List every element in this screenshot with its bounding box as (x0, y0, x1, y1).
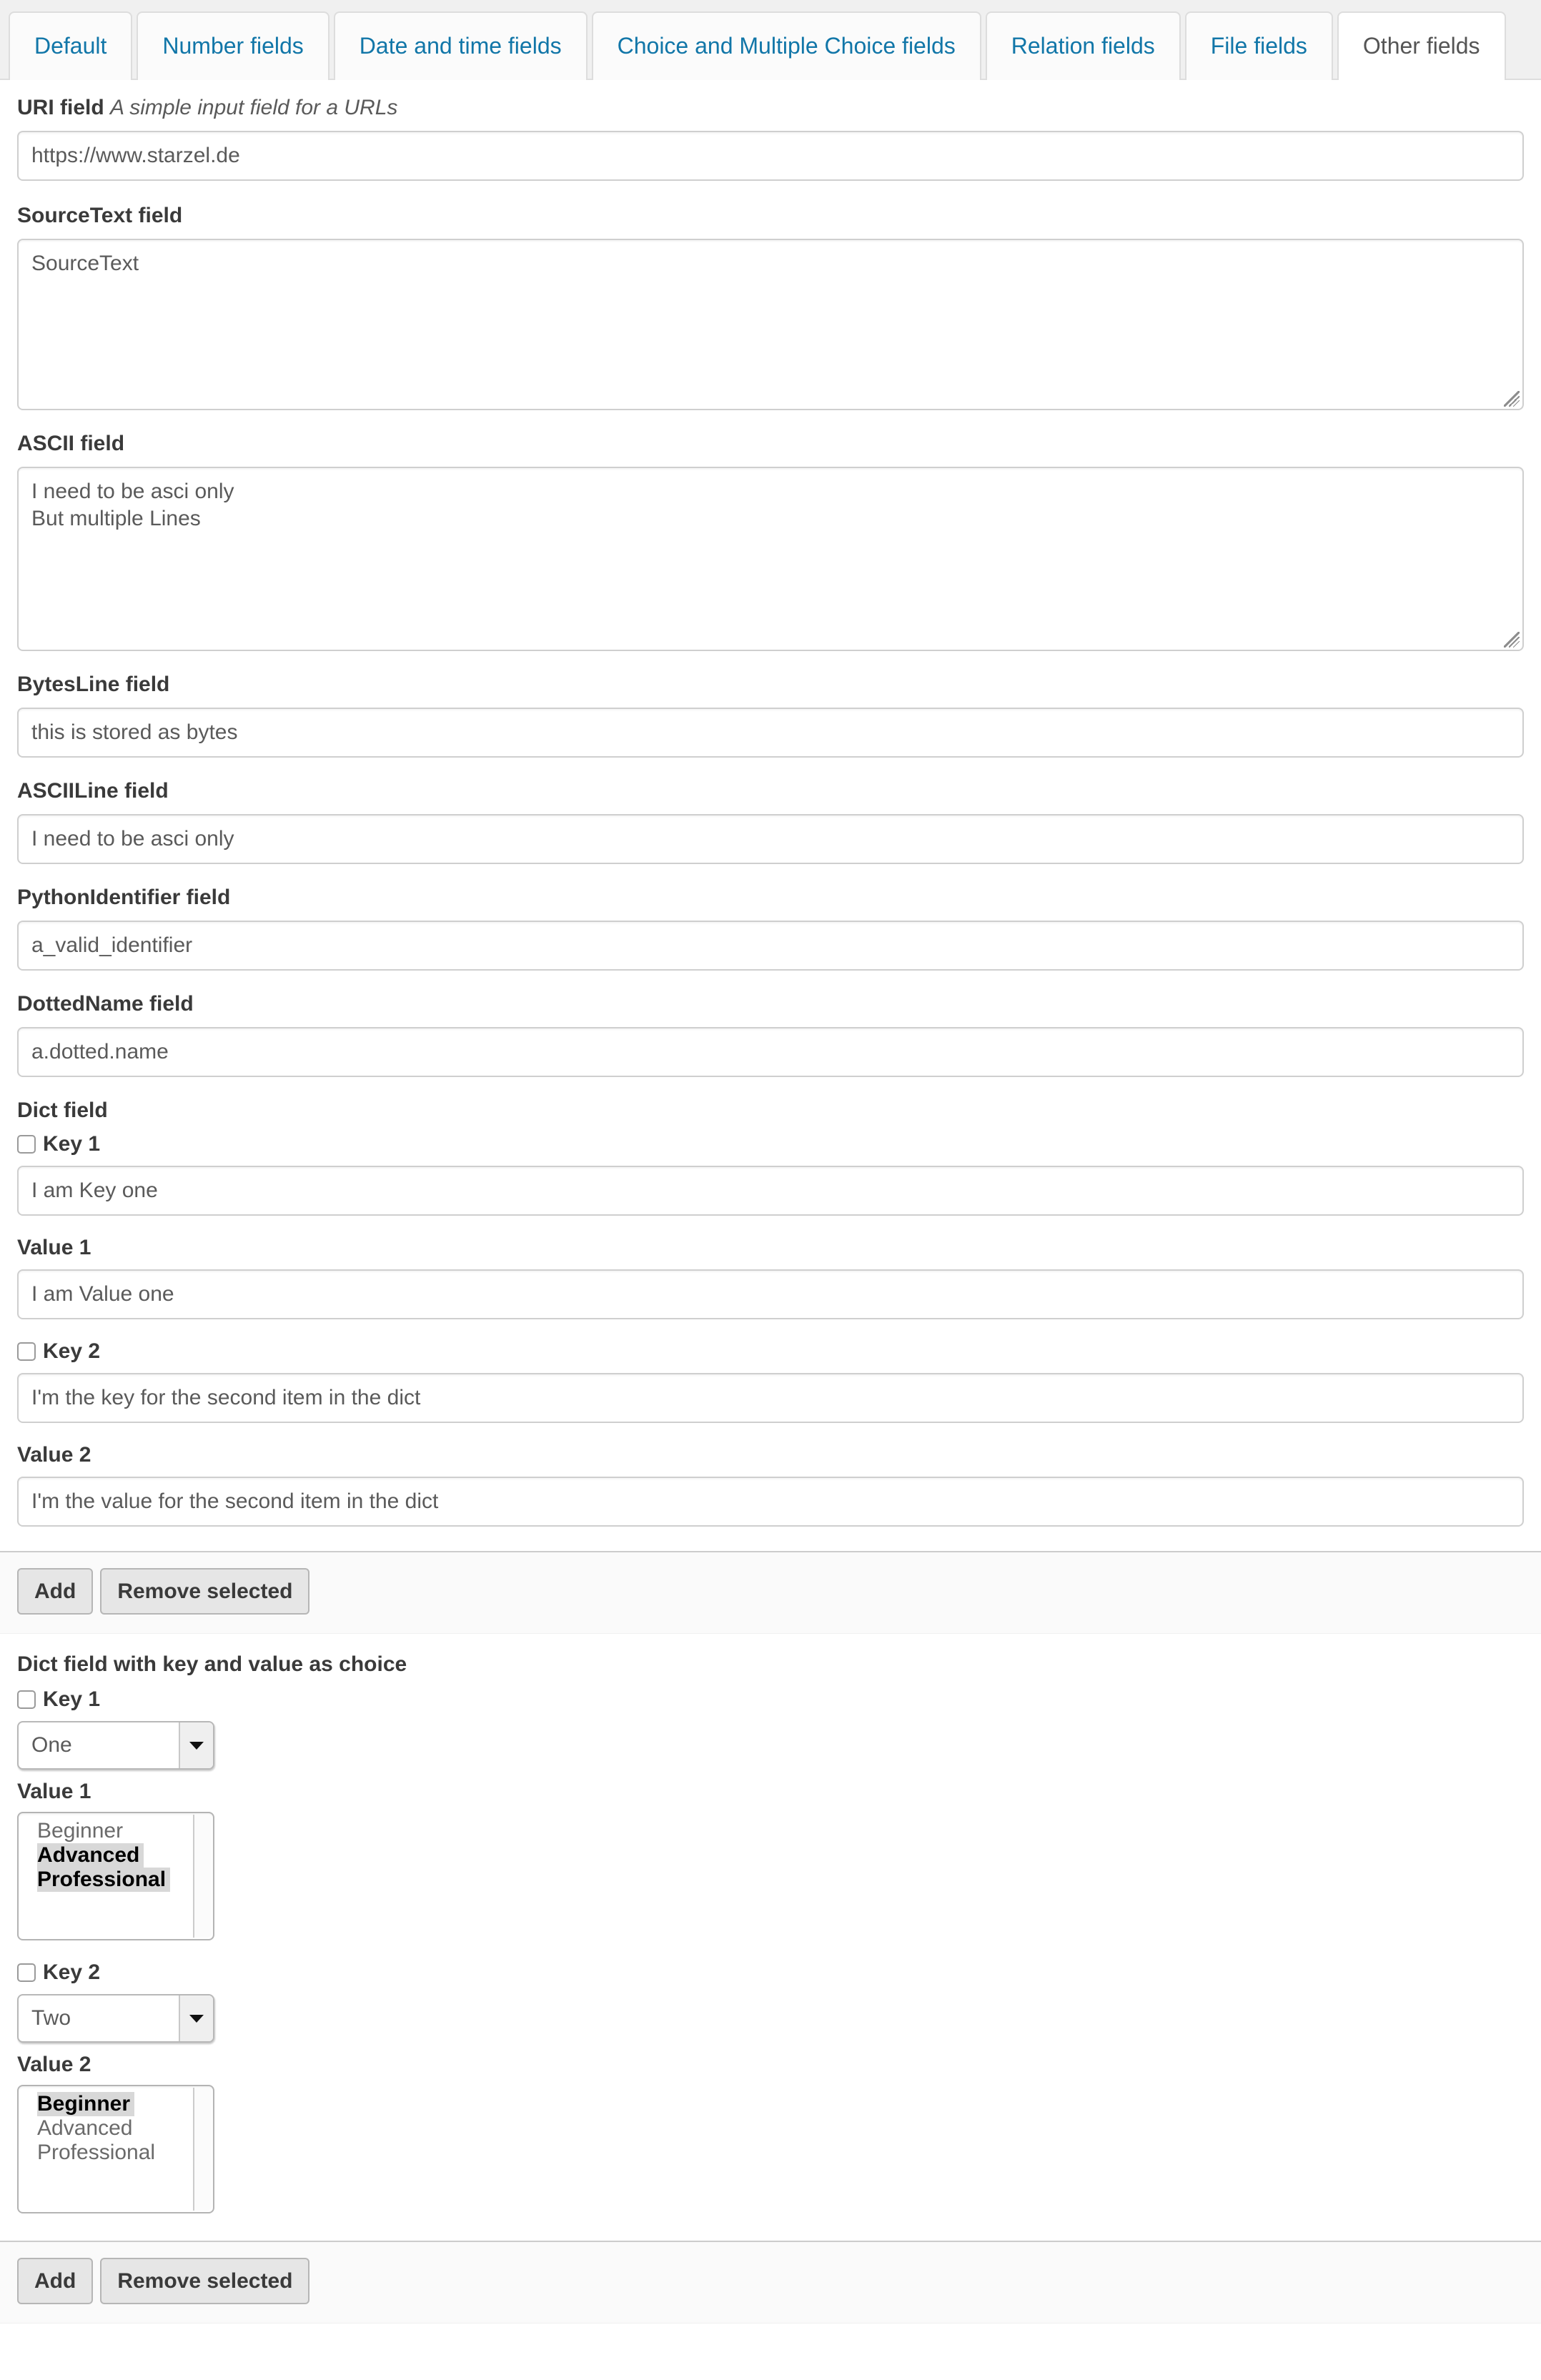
listbox-option[interactable]: Professional (37, 1868, 171, 1892)
field-pythonidentifier-label: PythonIdentifier field (17, 886, 231, 909)
listbox-option[interactable]: Advanced (37, 1843, 144, 1868)
dict-choice-row-1-value-listbox[interactable]: Beginner Advanced Professional (17, 1812, 214, 1940)
field-pythonidentifier: PythonIdentifier field (0, 864, 1541, 971)
field-dict-choice-label: Dict field with key and value as choice (17, 1652, 407, 1676)
dict-choice-row-2-value-listbox[interactable]: Beginner Advanced Professional (17, 2085, 214, 2213)
listbox-option[interactable]: Professional (37, 2141, 159, 2165)
dict-row: Key 1 Value 1 (17, 1122, 1524, 1319)
field-sourcetext: SourceText field SourceText (0, 181, 1541, 410)
ascii-textarea[interactable]: I need to be asci only But multiple Line… (17, 467, 1524, 651)
field-ascii-label: ASCII field (17, 432, 125, 455)
dict-row-1-value-label: Value 1 (17, 1236, 91, 1259)
field-sourcetext-label: SourceText field (17, 204, 183, 227)
dottedname-input[interactable] (17, 1027, 1524, 1077)
dict-choice-row-2-select-checkbox[interactable] (17, 1963, 36, 1982)
tab-other-fields[interactable]: Other fields (1337, 11, 1506, 81)
pythonidentifier-input[interactable] (17, 921, 1524, 971)
dict-choice-row-1-select-checkbox[interactable] (17, 1690, 36, 1709)
dict-choice-row-2-value-label: Value 2 (17, 2053, 91, 2076)
listbox-scrollbar[interactable] (193, 2088, 212, 2211)
dict-choice-row-2-key-label: Key 2 (43, 1960, 101, 1984)
dict-row-1-value-input[interactable] (17, 1269, 1524, 1319)
field-asciiline-label: ASCIILine field (17, 779, 169, 803)
chevron-down-icon[interactable] (179, 1995, 213, 2041)
field-dottedname-label: DottedName field (17, 992, 194, 1016)
chevron-down-icon[interactable] (179, 1722, 213, 1768)
field-uri-label-text: URI field (17, 96, 104, 119)
bytesline-input[interactable] (17, 708, 1524, 758)
field-dict-choice: Dict field with key and value as choice … (0, 1634, 1541, 2213)
dict-row: Key 2 Value 2 (17, 1319, 1524, 1527)
tab-date-and-time-fields[interactable]: Date and time fields (333, 11, 588, 80)
dict-choice-field-toolbar: Add Remove selected (0, 2241, 1541, 2324)
tab-default[interactable]: Default (9, 11, 133, 80)
listbox-option[interactable]: Beginner (37, 2092, 135, 2116)
tab-relation-fields[interactable]: Relation fields (985, 11, 1181, 80)
dict-add-button[interactable]: Add (17, 1568, 94, 1615)
listbox-scrollbar[interactable] (193, 1815, 212, 1938)
dict-row-1-key-label: Key 1 (43, 1132, 101, 1156)
dict-choice-row-key-header: Key 2 (17, 1960, 1524, 1984)
uri-input[interactable] (17, 131, 1524, 181)
field-bytesline: BytesLine field (0, 651, 1541, 758)
dict-remove-selected-button[interactable]: Remove selected (100, 1568, 310, 1615)
dict-choice-add-button[interactable]: Add (17, 2258, 94, 2304)
dict-choice-row-key-header: Key 1 (17, 1687, 1524, 1711)
field-dottedname: DottedName field (0, 971, 1541, 1077)
dict-row-2-key-label: Key 2 (43, 1339, 101, 1363)
dict-row-key-header: Key 1 (17, 1132, 1524, 1156)
dict-row-key-header: Key 2 (17, 1339, 1524, 1363)
sourcetext-textarea[interactable]: SourceText (17, 239, 1524, 410)
dict-choice-row-2-key-select[interactable]: Two (17, 1994, 214, 2043)
field-uri-hint: A simple input field for a URLs (110, 96, 398, 119)
tab-choice-and-multiple-choice-fields[interactable]: Choice and Multiple Choice fields (591, 11, 981, 80)
field-dict-label: Dict field (17, 1099, 108, 1122)
dict-field-toolbar: Add Remove selected (0, 1551, 1541, 1634)
tab-number-fields[interactable]: Number fields (137, 11, 329, 80)
tab-bar: Default Number fields Date and time fiel… (0, 0, 1541, 81)
dict-choice-remove-selected-button[interactable]: Remove selected (100, 2258, 310, 2304)
dict-choice-row-1-key-select-value: One (31, 1733, 72, 1757)
dict-choice-row-2-key-select-value: Two (31, 2006, 71, 2030)
dict-choice-row: Key 2 Two Value 2 Beginner Advanced Prof… (17, 1940, 1524, 2213)
dict-choice-row-1-key-select[interactable]: One (17, 1721, 214, 1770)
dict-row-2-value-label: Value 2 (17, 1443, 91, 1467)
dict-row-1-select-checkbox[interactable] (17, 1134, 36, 1154)
listbox-option[interactable]: Beginner (37, 1819, 127, 1843)
field-uri-label: URI field A simple input field for a URL… (17, 96, 1524, 119)
field-bytesline-label: BytesLine field (17, 673, 170, 696)
dict-row-2-value-input[interactable] (17, 1477, 1524, 1527)
dict-choice-row: Key 1 One Value 1 Beginner Advanced Prof… (17, 1676, 1524, 1940)
field-ascii: ASCII field I need to be asci only But m… (0, 410, 1541, 651)
dict-choice-row-1-value-label: Value 1 (17, 1780, 91, 1803)
dict-row-2-select-checkbox[interactable] (17, 1342, 36, 1361)
tab-file-fields[interactable]: File fields (1184, 11, 1333, 80)
other-fields-form: URI field A simple input field for a URL… (0, 80, 1541, 2324)
field-dict: Dict field Key 1 Value 1 Key 2 Value 2 (0, 1077, 1541, 1527)
dict-choice-row-1-key-label: Key 1 (43, 1687, 101, 1711)
field-asciiline: ASCIILine field (0, 758, 1541, 864)
field-uri: URI field A simple input field for a URL… (0, 80, 1541, 181)
asciiline-input[interactable] (17, 814, 1524, 864)
listbox-option[interactable]: Advanced (37, 2116, 137, 2141)
dict-row-2-key-input[interactable] (17, 1373, 1524, 1423)
dict-row-1-key-input[interactable] (17, 1166, 1524, 1216)
